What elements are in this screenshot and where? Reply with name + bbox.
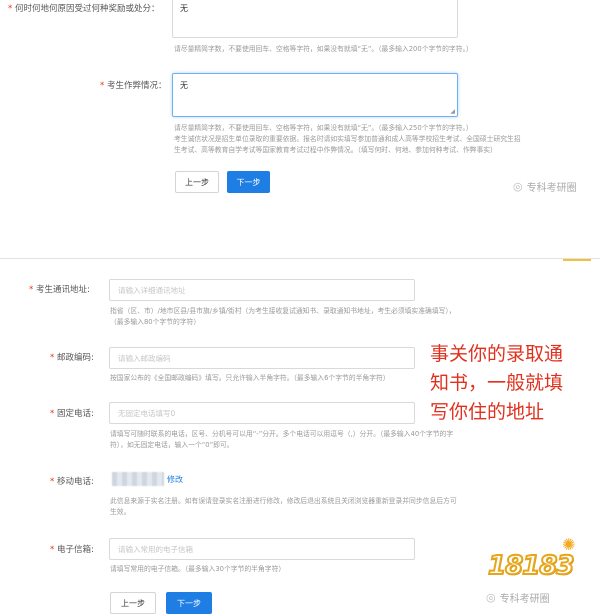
required-mark: * [50, 545, 55, 555]
bottom-panel: * 考生通讯地址: 请输入详细通讯地址 指省（区、市）/地市区县/县市旗/乡镇/… [0, 258, 600, 614]
cheat-label-text: 考生作弊情况： [106, 81, 167, 91]
required-mark: * [50, 477, 55, 487]
mobile-hint-2: 生效。 [110, 508, 131, 516]
required-mark: * [29, 285, 34, 295]
mobile-number-redacted [112, 472, 164, 486]
mobile-label-text: 移动电话: [56, 477, 94, 487]
mobile-hint-1: 此信息来源于实名注册。如有误请登录实名注册进行修改，修改后退出系统且关闭浏览器重… [110, 497, 457, 505]
annotation-line-2: 知书，一般就填 [430, 372, 564, 394]
logo-text: 18183 [487, 550, 575, 582]
reward-hint: 请尽量精简字数，不要使用回车、空格等字符，如果没有就填“无”。（最多输入200个… [174, 45, 473, 53]
annotation-line-1: 事关你的录取通 [430, 343, 564, 365]
mobile-field-label: * 移动电话: [50, 475, 94, 487]
postcode-input[interactable]: 请输入邮政编码 [109, 347, 415, 369]
cheat-hint-3: 生考试、高等教育自学考试等国家教育考试过程中作弊情况。（填写何时、何地、参加何种… [174, 146, 497, 154]
next-step-button[interactable]: 下一步 [227, 171, 270, 193]
watermark-text: 专科考研圈 [526, 183, 577, 194]
address-hint-1: 指省（区、市）/地市区县/县市旗/乡镇/街村（为考生接收复试通知书、录取通知书地… [110, 307, 456, 315]
mobile-edit-link[interactable]: 修改 [167, 474, 183, 485]
required-mark: * [8, 4, 13, 14]
phone-input[interactable]: 无固定电话填写0 [109, 402, 415, 424]
email-field-label: * 电子信箱: [50, 543, 94, 555]
phone-hint-2: 符），如无固定电话，输入一个“0”即可。 [110, 441, 234, 449]
next-step-button[interactable]: 下一步 [166, 592, 212, 614]
postcode-placeholder: 请输入邮政编码 [118, 353, 171, 363]
prev-step-button[interactable]: 上一步 [110, 592, 156, 614]
address-field-label: * 考生通讯地址: [29, 283, 90, 295]
required-mark: * [100, 81, 105, 91]
reward-field-label: * 何时何地何原因受过何种奖励或处分： [8, 2, 159, 14]
resize-handle-icon[interactable]: ◢ [450, 108, 455, 115]
phone-label-text: 固定电话: [56, 409, 94, 419]
address-label-text: 考生通讯地址: [35, 285, 90, 295]
required-mark: * [50, 353, 55, 363]
reward-value: 无 [180, 4, 188, 13]
address-placeholder: 请输入详细通讯地址 [118, 285, 186, 295]
email-placeholder: 请输入常用的电子信箱 [118, 544, 193, 554]
panel-divider [0, 212, 600, 258]
watermark-text: 专科考研圈 [499, 594, 550, 605]
prev-step-button[interactable]: 上一步 [175, 171, 219, 193]
cheat-textarea[interactable]: 无 ◢ [172, 73, 458, 117]
email-hint: 请填写常用的电子信箱。（最多输入30个字节的半角字符） [110, 565, 286, 573]
phone-placeholder: 无固定电话填写0 [118, 408, 176, 418]
cheat-hint-2: 考生诚信状况是招生单位录取的重要依据。报名时请如实填写参加普通和成人高等学校招生… [174, 135, 521, 143]
watermark: ◎ 专科考研圈 [486, 590, 550, 605]
email-label-text: 电子信箱: [56, 545, 94, 555]
address-hint-2: （最多输入80个字节的字符） [110, 318, 201, 326]
cheat-value: 无 [180, 81, 188, 90]
watermark: ◎ 专科考研圈 [513, 179, 577, 194]
postcode-label-text: 邮政编码: [56, 353, 94, 363]
postcode-field-label: * 邮政编码: [50, 351, 94, 363]
postcode-hint: 按国家公布的《全国邮政编码》填写。只允许输入半角字符。（最多输入6个字节的半角字… [110, 374, 390, 382]
phone-hint-1: 请填写可随时联系的电话，区号、分机号可以用“-”分开。多个电话可以用逗号（,）分… [110, 430, 454, 438]
annotation-line-3: 写你住的地址 [430, 401, 545, 423]
reward-textarea[interactable]: 无 [172, 0, 458, 38]
annotation-note: 事关你的录取通 知书，一般就填 写你住的地址 [430, 340, 563, 427]
panel-accent-line [563, 259, 591, 261]
email-input[interactable]: 请输入常用的电子信箱 [109, 538, 415, 560]
reward-label-text: 何时何地何原因受过何种奖励或处分： [14, 4, 160, 14]
cheat-hint-1: 请尽量精简字数，不要使用回车、空格等字符，如果没有就填“无”。（最多输入250个… [174, 124, 473, 132]
wechat-icon: ◎ [486, 591, 496, 604]
site-logo: ✺ 18183 [486, 535, 590, 585]
top-panel: * 何时何地何原因受过何种奖励或处分： 无 请尽量精简字数，不要使用回车、空格等… [0, 0, 600, 212]
address-input[interactable]: 请输入详细通讯地址 [109, 279, 415, 301]
phone-field-label: * 固定电话: [50, 407, 94, 419]
required-mark: * [50, 409, 55, 419]
wechat-icon: ◎ [513, 180, 523, 193]
cheat-field-label: * 考生作弊情况： [100, 79, 166, 91]
